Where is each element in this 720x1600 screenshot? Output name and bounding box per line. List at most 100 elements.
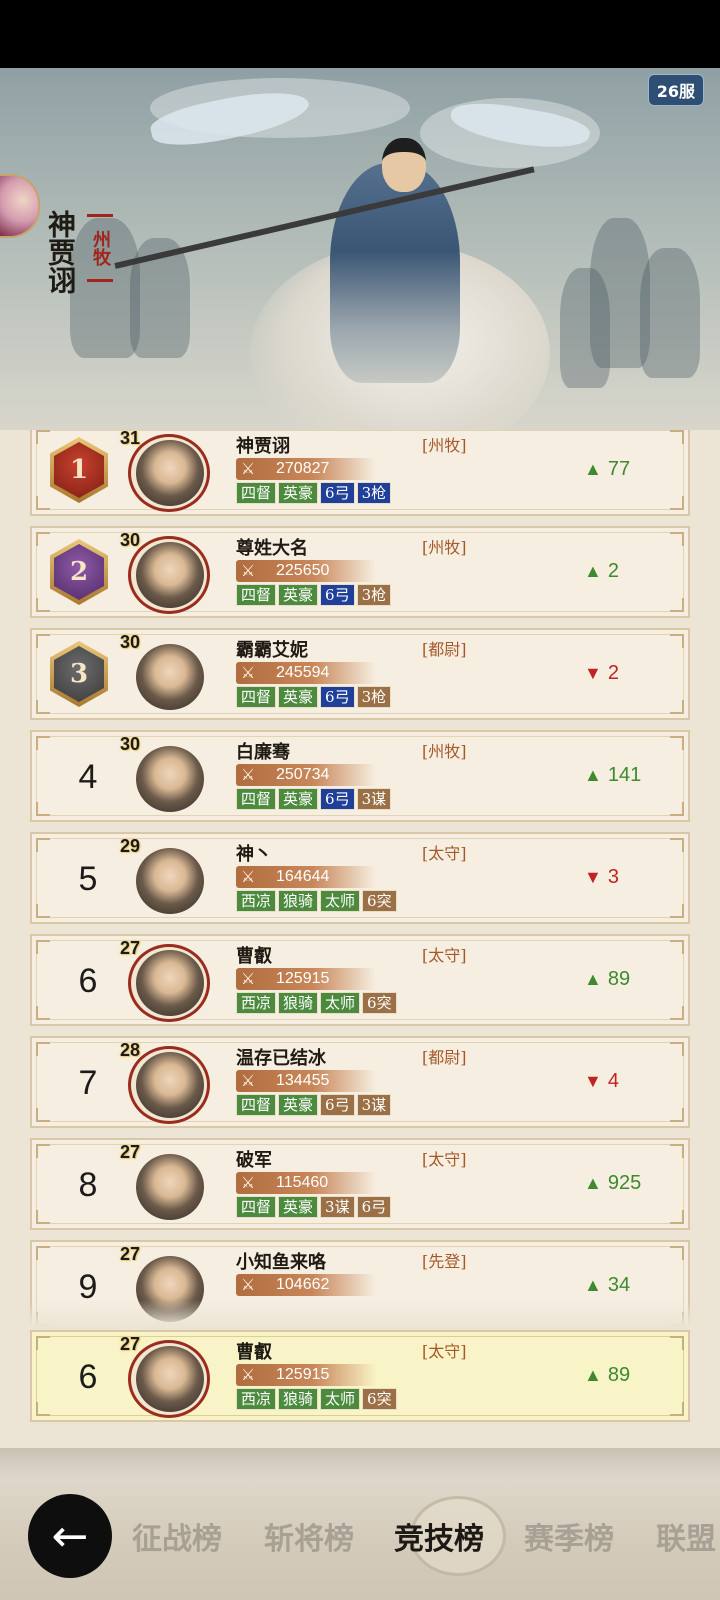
self-rank-row[interactable]: 6 27 曹叡 [太守] ⚔ 125915 西凉 狼骑 太师 6突 ▲ 89 [30,1330,690,1422]
lineup-tag: 英豪 [278,788,319,810]
power-value: 164644 [276,868,330,885]
sword-icon: ⚔ [240,1365,256,1384]
player-portrait[interactable] [136,644,204,710]
lineup-tag: 狼骑 [278,890,319,912]
lineup-tag: 太师 [320,1388,361,1410]
leaderboard-list[interactable]: 1 31 神贾诩 [州牧] ⚔ 270827 四督 英豪 6弓 3枪 ▲ 77 2 30 尊姓大名 [州牧] ⚔… [0,430,720,1327]
sword-icon: ⚔ [240,1071,256,1090]
power-bar: ⚔ 245594 [236,662,376,684]
lineup-tag: 3枪 [356,584,392,606]
rank-change: ▲ 89 [584,1360,630,1390]
sword-icon: ⚔ [240,867,256,886]
triangle-up-icon: ▲ [584,560,602,581]
lineup-tag: 西凉 [236,890,277,912]
lineup-tags: 四督 英豪 6弓 3枪 [236,686,392,708]
rank-number: 6 [78,1358,98,1396]
tab-alliance[interactable]: 联盟 [656,1514,716,1558]
level-badge: 27 [120,1142,141,1162]
tab-general-kills[interactable]: 斩将榜 [264,1514,354,1558]
sword-icon: ⚔ [240,969,256,988]
player-portrait[interactable] [136,1052,204,1118]
player-portrait[interactable] [136,746,204,812]
rank-number: 7 [78,1064,98,1102]
player-name: 霸霸艾妮 [236,640,308,661]
leaderboard-row[interactable]: 4 30 白廉骞 [州牧] ⚔ 250734 四督 英豪 6弓 3谋 ▲ 141 [30,730,690,822]
lineup-tag: 狼骑 [278,992,319,1014]
back-button[interactable]: ← [28,1494,112,1578]
power-value: 250734 [276,766,330,783]
player-portrait[interactable] [136,950,204,1016]
official-title: [太守] [422,1342,467,1361]
player-portrait[interactable] [136,1154,204,1220]
leaderboard-row[interactable]: 5 29 神丶 [太守] ⚔ 164644 西凉 狼骑 太师 6突 ▼ 3 [30,832,690,924]
rank-change-value: 77 [607,457,631,480]
rank-number: 8 [78,1166,98,1204]
sword-icon: ⚔ [240,1275,256,1294]
official-title: [都尉] [422,640,467,659]
bottom-nav: ← 征战榜 斩将榜 竞技榜 赛季榜 联盟 [0,1448,720,1600]
power-bar: ⚔ 115460 [236,1172,376,1194]
leaderboard-row[interactable]: 3 30 霸霸艾妮 [都尉] ⚔ 245594 四督 英豪 6弓 3枪 ▼ 2 [30,628,690,720]
level-badge: 30 [120,632,141,652]
power-value: 270827 [276,460,330,477]
lineup-tag: 6突 [362,1388,397,1410]
level-badge: 27 [120,1334,141,1354]
triangle-up-icon: ▲ [584,764,602,785]
power-bar: ⚔ 125915 [236,968,376,990]
lineup-tag: 西凉 [236,992,277,1014]
power-value: 125915 [276,970,330,987]
lineup-tag: 英豪 [278,686,319,708]
lineup-tag: 6弓 [320,482,355,504]
power-bar: ⚔ 225650 [236,560,376,582]
rank-number: 4 [78,758,98,796]
hero-banner: 神贾诩 州牧 [0,68,720,430]
official-title: [先登] [422,1252,467,1271]
leaderboard-row[interactable]: 1 31 神贾诩 [州牧] ⚔ 270827 四督 英豪 6弓 3枪 ▲ 77 [30,430,690,516]
lineup-tag: 6弓 [320,1094,355,1116]
rank-change: ▲ 77 [584,454,630,484]
triangle-down-icon: ▼ [584,662,602,683]
power-bar: ⚔ 104662 [236,1274,376,1296]
lineup-tag: 6弓 [320,686,355,708]
lineup-tags: 西凉 狼骑 太师 6突 [236,1388,397,1410]
official-title: [太守] [422,844,467,863]
rank-change-value: 2 [607,661,619,684]
lineup-tags: 四督 英豪 6弓 3谋 [236,788,392,810]
official-title: [太守] [422,1150,467,1169]
leaderboard-row[interactable]: 6 27 曹叡 [太守] ⚔ 125915 西凉 狼骑 太师 6突 ▲ 89 [30,934,690,1026]
level-badge: 29 [120,836,141,856]
power-value: 245594 [276,664,330,681]
lineup-tag: 3枪 [356,686,392,708]
power-value: 115460 [276,1174,329,1191]
official-title: [州牧] [422,538,467,557]
lineup-tag: 6弓 [356,1196,392,1218]
sword-icon: ⚔ [240,459,256,478]
player-portrait[interactable] [136,1346,204,1412]
lineup-tag: 太师 [320,992,361,1014]
server-badge: 26服 [647,74,704,106]
tab-campaign[interactable]: 征战榜 [132,1514,222,1558]
rank-change-value: 4 [607,1069,619,1092]
official-title: [州牧] [422,742,467,761]
rank-change: ▼ 4 [584,1066,619,1096]
lineup-tag: 3谋 [320,1196,355,1218]
lineup-tags: 四督 英豪 6弓 3枪 [236,482,392,504]
tab-season[interactable]: 赛季榜 [524,1514,614,1558]
rank-change-value: 34 [607,1273,631,1296]
triangle-up-icon: ▲ [584,1172,602,1193]
rank-number: 5 [78,860,98,898]
player-avatar[interactable] [0,174,40,238]
rank-number: 6 [78,962,98,1000]
official-title: [州牧] [422,436,467,455]
tab-arena[interactable]: 竞技榜 [394,1514,484,1558]
leaderboard-row[interactable]: 7 28 温存已结冰 [都尉] ⚔ 134455 四督 英豪 6弓 3谋 ▼ 4 [30,1036,690,1128]
lineup-tag: 6弓 [320,584,355,606]
lineup-tag: 西凉 [236,1388,277,1410]
player-portrait[interactable] [136,440,204,506]
leaderboard-row[interactable]: 8 27 破军 [太守] ⚔ 115460 四督 英豪 3谋 6弓 ▲ 925 [30,1138,690,1230]
player-portrait[interactable] [136,848,204,914]
leaderboard-row[interactable]: 2 30 尊姓大名 [州牧] ⚔ 225650 四督 英豪 6弓 3枪 ▲ 2 [30,526,690,618]
player-portrait[interactable] [136,542,204,608]
player-name: 神贾诩 [236,436,290,457]
power-value: 125915 [276,1366,330,1383]
